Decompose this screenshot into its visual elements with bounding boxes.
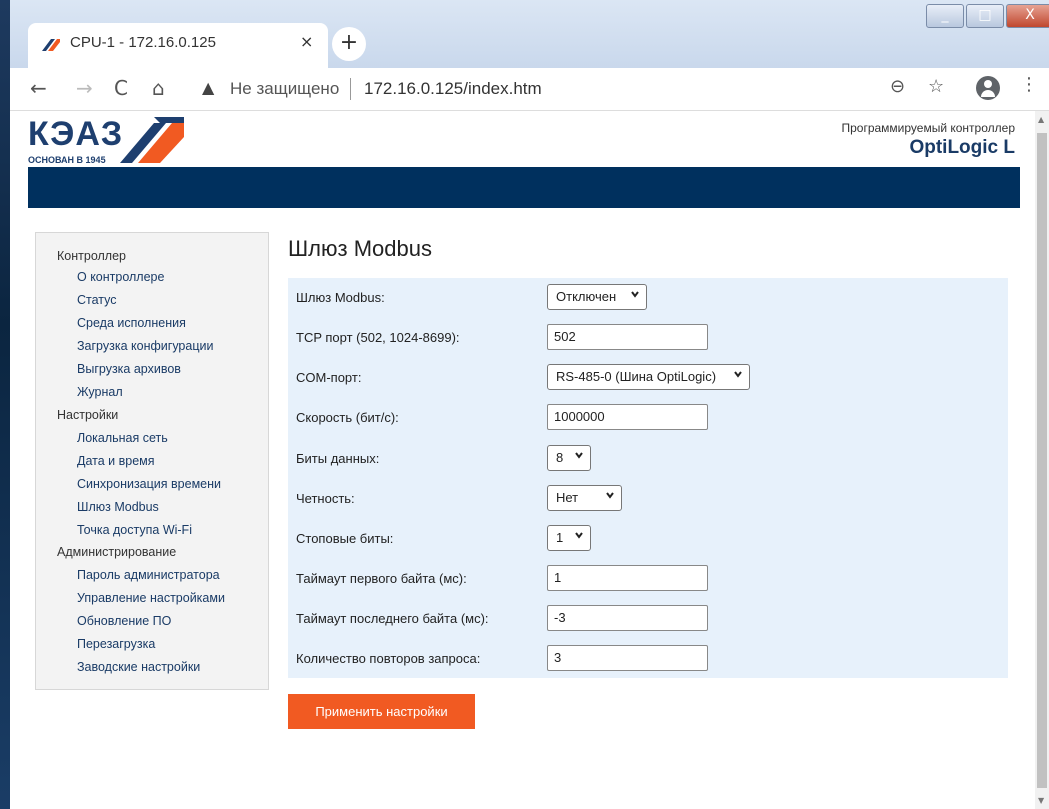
window-controls: _ □ X [926, 4, 1049, 28]
minimize-button[interactable]: _ [926, 4, 964, 28]
tab-close-icon[interactable]: × [300, 32, 313, 51]
sidebar-item-archives[interactable]: Выгрузка архивов [77, 362, 181, 376]
sidebar-item-lan[interactable]: Локальная сеть [77, 431, 168, 445]
kaeaz-favicon-icon [42, 39, 60, 51]
data-bits-select-value: 8 [556, 450, 564, 465]
parity-select-value: Нет [556, 490, 579, 505]
warning-triangle-icon[interactable]: ▲ [202, 78, 214, 97]
tcp-port-input[interactable]: 502 [547, 324, 708, 350]
menu-dots-icon[interactable]: ⋮ [1020, 74, 1038, 95]
sidebar-item-status[interactable]: Статус [77, 293, 117, 307]
back-arrow-icon[interactable]: ← [30, 76, 47, 100]
speed-label: Скорость (бит/с): [296, 410, 399, 425]
parity-select[interactable]: Нет [547, 485, 622, 511]
sidebar-item-admin-password[interactable]: Пароль администратора [77, 568, 220, 582]
sidebar-item-log[interactable]: Журнал [77, 385, 123, 399]
sidebar-nav: Контроллер О контроллере Статус Среда ис… [35, 232, 269, 690]
last-byte-timeout-input[interactable]: -3 [547, 605, 708, 631]
sidebar-item-firmware-update[interactable]: Обновление ПО [77, 614, 171, 628]
kaeaz-logo[interactable]: КЭАЗ ОСНОВАН В 1945 [28, 115, 198, 165]
sidebar-item-wifi-ap[interactable]: Точка доступа Wi-Fi [77, 523, 192, 537]
sidebar-item-runtime[interactable]: Среда исполнения [77, 316, 186, 330]
logo-founded-text: ОСНОВАН В 1945 [28, 155, 106, 165]
chevron-down-icon [606, 492, 614, 499]
forward-arrow-icon[interactable]: → [76, 76, 93, 100]
browser-toolbar: ← → C ⌂ ▲ Не защищено 172.16.0.125/index… [10, 68, 1049, 111]
apply-settings-button[interactable]: Применить настройки [288, 694, 475, 729]
chevron-down-icon [575, 452, 583, 459]
zoom-icon[interactable]: ⊖ [890, 76, 905, 97]
retries-label: Количество повторов запроса: [296, 651, 481, 666]
sidebar-item-modbus-gateway[interactable]: Шлюз Modbus [77, 500, 159, 514]
header-banner [28, 167, 1020, 208]
com-port-select-value: RS-485-0 (Шина OptiLogic) [556, 369, 717, 384]
maximize-button[interactable]: □ [966, 4, 1004, 28]
browser-window: CPU-1 - 172.16.0.125 × + _ □ X ← → C ⌂ ▲… [10, 0, 1049, 809]
chevron-down-icon [575, 532, 583, 539]
not-secure-label[interactable]: Не защищено [230, 79, 339, 99]
bookmark-star-icon[interactable]: ☆ [928, 76, 944, 97]
new-tab-button[interactable]: + [332, 27, 366, 61]
sidebar-item-config-upload[interactable]: Загрузка конфигурации [77, 339, 213, 353]
profile-avatar-icon[interactable] [976, 76, 1000, 100]
speed-input[interactable]: 1000000 [547, 404, 708, 430]
gateway-select[interactable]: Отключен [547, 284, 647, 310]
sidebar-group-settings: Настройки [57, 408, 119, 422]
page-scrollbar[interactable]: ▲ ▼ [1035, 111, 1049, 809]
first-byte-timeout-input[interactable]: 1 [547, 565, 708, 591]
address-divider [350, 78, 351, 100]
scroll-down-arrow-icon[interactable]: ▼ [1038, 796, 1044, 805]
product-caption: Программируемый контроллер [841, 121, 1015, 135]
modbus-settings-form: Шлюз Modbus: Отключен TCP порт (502, 102… [288, 278, 1008, 678]
gateway-select-value: Отключен [556, 289, 617, 304]
home-icon[interactable]: ⌂ [152, 76, 165, 100]
reload-icon[interactable]: C [114, 76, 128, 100]
first-byte-timeout-label: Таймаут первого байта (мс): [296, 571, 467, 586]
sidebar-item-about[interactable]: О контроллере [77, 270, 164, 284]
tab-strip: CPU-1 - 172.16.0.125 × + _ □ X [10, 0, 1049, 68]
stop-bits-label: Стоповые биты: [296, 531, 394, 546]
sidebar-item-factory-reset[interactable]: Заводские настройки [77, 660, 200, 674]
logo-wordmark: КЭАЗ [28, 115, 124, 153]
tab-title: CPU-1 - 172.16.0.125 [70, 34, 216, 51]
chevron-down-icon [734, 371, 742, 378]
web-page: КЭАЗ ОСНОВАН В 1945 Программируемый конт… [10, 111, 1035, 809]
page-title: Шлюз Modbus [288, 236, 432, 261]
retries-input[interactable]: 3 [547, 645, 708, 671]
sidebar-item-datetime[interactable]: Дата и время [77, 454, 155, 468]
sidebar-group-controller: Контроллер [57, 249, 126, 263]
sidebar-item-time-sync[interactable]: Синхронизация времени [77, 477, 221, 491]
address-bar[interactable]: ▲ Не защищено 172.16.0.125/index.htm [192, 72, 952, 106]
sidebar-group-admin: Администрирование [57, 545, 177, 559]
gateway-label: Шлюз Modbus: [296, 290, 385, 305]
stop-bits-select-value: 1 [556, 530, 564, 545]
desktop-edge [0, 0, 10, 809]
scroll-thumb[interactable] [1037, 133, 1047, 788]
stop-bits-select[interactable]: 1 [547, 525, 591, 551]
close-window-button[interactable]: X [1006, 4, 1049, 28]
active-tab[interactable]: CPU-1 - 172.16.0.125 × [28, 23, 328, 68]
scroll-up-arrow-icon[interactable]: ▲ [1038, 115, 1044, 124]
sidebar-item-settings-management[interactable]: Управление настройками [77, 591, 225, 605]
data-bits-select[interactable]: 8 [547, 445, 591, 471]
chevron-down-icon [631, 291, 639, 298]
data-bits-label: Биты данных: [296, 451, 380, 466]
com-port-select[interactable]: RS-485-0 (Шина OptiLogic) [547, 364, 750, 390]
tcp-port-label: TCP порт (502, 1024-8699): [296, 330, 460, 345]
url-text[interactable]: 172.16.0.125/index.htm [364, 79, 542, 99]
com-port-label: COM-порт: [296, 370, 362, 385]
last-byte-timeout-label: Таймаут последнего байта (мс): [296, 611, 489, 626]
parity-label: Четность: [296, 491, 355, 506]
sidebar-item-reboot[interactable]: Перезагрузка [77, 637, 155, 651]
product-name: OptiLogic L [909, 137, 1015, 158]
logo-arrow-icon [120, 117, 184, 163]
